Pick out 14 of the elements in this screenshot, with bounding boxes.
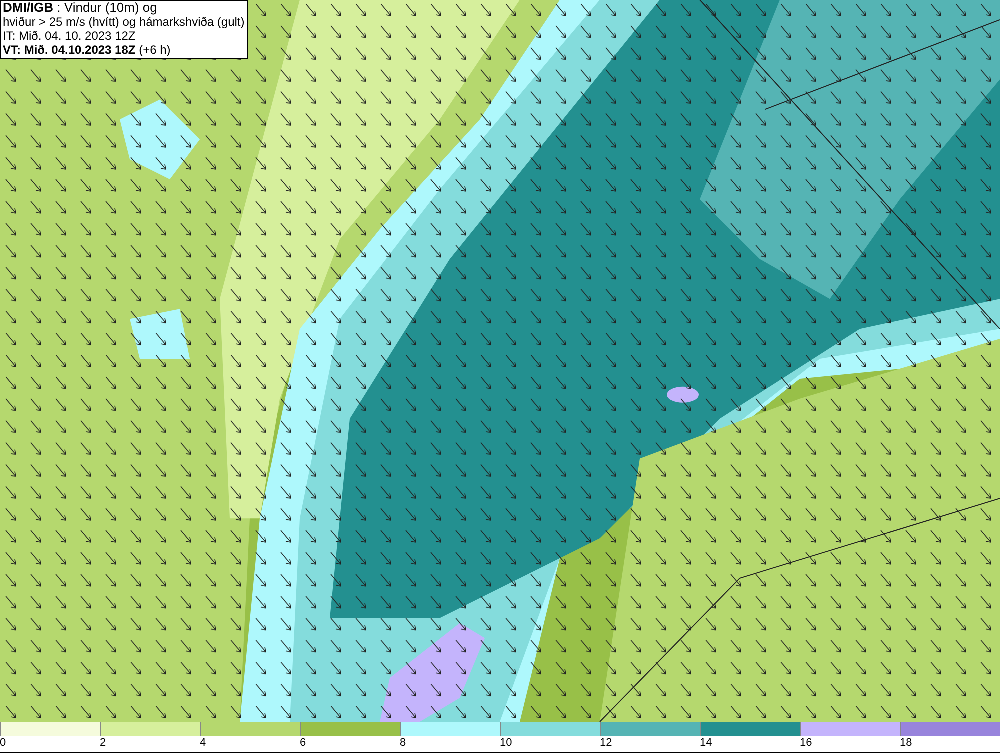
legend-label: 6 <box>300 736 306 750</box>
legend-label: 14 <box>700 736 712 750</box>
legend-label: 10 <box>500 736 512 750</box>
header-line: hviður > 25 m/s (hvítt) og hámarkshviða (gult) <box>3 15 245 29</box>
header-line: DMI/IGB : Vindur (10m) og <box>3 1 158 15</box>
legend-label: 2 <box>100 736 106 750</box>
legend-label: 4 <box>200 736 206 750</box>
legend-label: 12 <box>600 736 612 750</box>
legend-label: 8 <box>400 736 406 750</box>
legend-label: 18 <box>900 736 912 750</box>
header-line: VT: Mið. 04.10.2023 18Z (+6 h) <box>3 43 172 57</box>
legend-label: 0 <box>0 736 6 750</box>
header-line: IT: Mið. 04. 10. 2023 12Z <box>3 29 137 43</box>
legend-label: 16 <box>800 736 812 750</box>
